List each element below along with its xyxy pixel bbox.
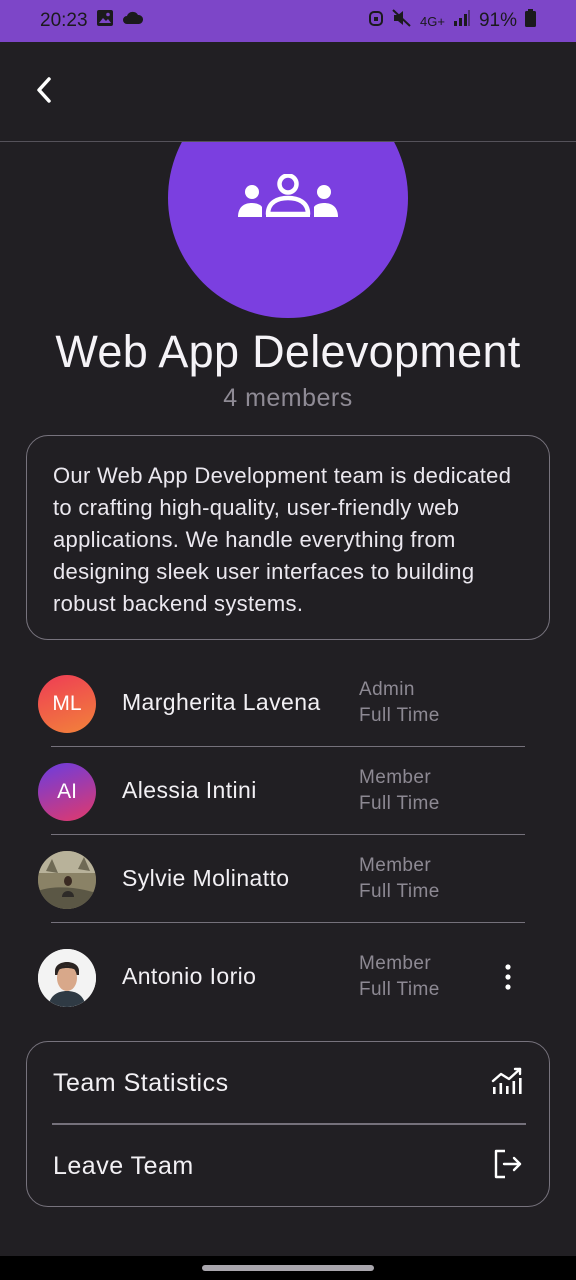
more-vert-icon — [505, 963, 511, 995]
avatar — [38, 851, 96, 909]
leave-team-button[interactable]: Leave Team — [27, 1125, 549, 1207]
chart-icon — [491, 1067, 523, 1100]
group-icon — [236, 172, 340, 227]
member-role: Admin Full Time — [359, 677, 440, 729]
status-right: 4G+ 91% — [368, 9, 536, 33]
alarm-icon — [368, 9, 384, 33]
cloud-icon — [122, 10, 144, 32]
member-role-title: Member — [359, 855, 432, 876]
member-employment-type: Full Time — [359, 705, 440, 726]
member-role: Member Full Time — [359, 765, 440, 817]
member-row[interactable]: Antonio Iorio Member Full Time — [26, 933, 550, 1021]
team-title: Web App Delevopment — [55, 326, 521, 377]
photo-avatar-icon — [38, 949, 96, 1007]
member-employment-type: Full Time — [359, 793, 440, 814]
signal-icon — [453, 10, 471, 32]
team-description-card: Our Web App Development team is dedicate… — [26, 435, 550, 640]
divider — [51, 921, 525, 923]
battery-icon — [525, 9, 536, 33]
logout-icon — [493, 1149, 523, 1184]
member-row[interactable]: ML Margherita Lavena Admin Full Time — [26, 659, 550, 747]
mute-icon — [392, 9, 412, 33]
avatar — [38, 949, 96, 1007]
member-employment-type: Full Time — [359, 979, 440, 1000]
network-type: 4G+ — [420, 13, 445, 29]
system-navigation-bar — [0, 1256, 576, 1280]
team-statistics-label: Team Statistics — [53, 1068, 229, 1097]
more-options-button[interactable] — [496, 959, 520, 999]
member-role: Member Full Time — [359, 853, 440, 905]
team-description: Our Web App Development team is dedicate… — [53, 463, 512, 616]
member-role-title: Admin — [359, 679, 415, 700]
member-name: Sylvie Molinatto — [122, 865, 290, 891]
team-actions-card: Team Statistics Leave Team — [26, 1041, 550, 1207]
home-gesture-handle[interactable] — [202, 1265, 374, 1271]
leave-team-label: Leave Team — [53, 1151, 194, 1180]
member-role: Member Full Time — [359, 951, 440, 1003]
avatar-initials: AI — [57, 780, 77, 803]
team-statistics-button[interactable]: Team Statistics — [27, 1042, 549, 1124]
avatar-initials: ML — [52, 692, 82, 715]
member-employment-type: Full Time — [359, 881, 440, 902]
status-bar: 20:23 4G+ 91% — [0, 0, 576, 42]
app-bar — [0, 42, 576, 142]
back-button[interactable] — [22, 70, 66, 114]
member-name: Antonio Iorio — [122, 963, 257, 989]
status-time: 20:23 — [40, 10, 88, 31]
avatar: ML — [38, 675, 96, 733]
member-role-title: Member — [359, 953, 432, 974]
battery-percent: 91% — [478, 10, 517, 31]
member-role-title: Member — [359, 767, 432, 788]
member-row[interactable]: Sylvie Molinatto Member Full Time — [26, 835, 550, 923]
member-name: Margherita Lavena — [122, 689, 321, 715]
back-arrow-icon — [34, 76, 54, 109]
member-name: Alessia Intini — [122, 777, 257, 803]
team-members-count: 4 members — [223, 384, 353, 412]
member-row[interactable]: AI Alessia Intini Member Full Time — [26, 747, 550, 835]
avatar: AI — [38, 763, 96, 821]
photo-avatar-icon — [38, 851, 96, 909]
image-icon — [96, 9, 114, 33]
status-left: 20:23 — [40, 9, 144, 33]
